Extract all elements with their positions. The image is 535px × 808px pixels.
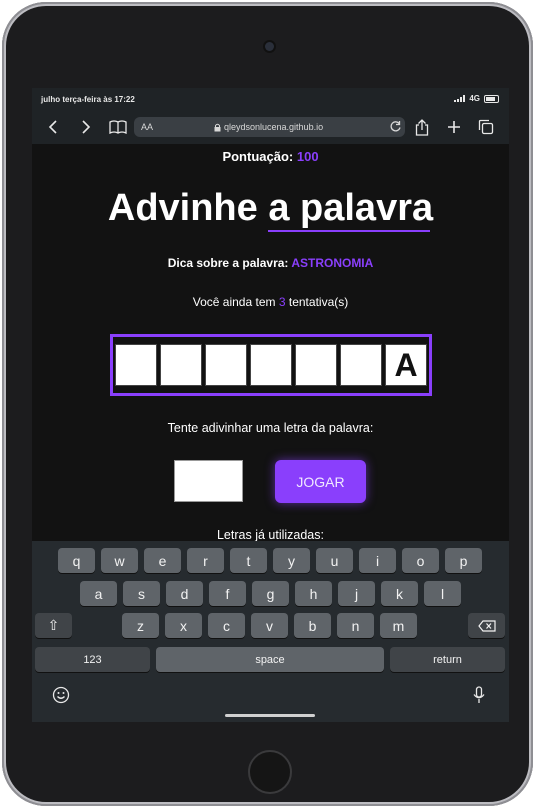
page-title: Advinhe a palavra [107, 187, 434, 229]
tabs-overview-icon[interactable] [475, 116, 497, 138]
tries-prefix: Você ainda tem [192, 295, 276, 309]
status-indicators: 4G [454, 94, 499, 103]
key-a[interactable]: a [80, 581, 117, 606]
front-camera [265, 42, 274, 51]
key-b[interactable]: b [294, 613, 331, 638]
tries-value: 3 [278, 295, 286, 309]
hint-value: ASTRONOMIA [291, 256, 374, 270]
hint: Dica sobre a palavra: ASTRONOMIA [32, 256, 509, 270]
bookmarks-icon[interactable] [107, 116, 129, 138]
tries-remaining: Você ainda tem 3 tentativa(s) [32, 295, 509, 309]
home-button[interactable] [248, 750, 292, 794]
key-q[interactable]: q [58, 548, 95, 573]
battery-icon [484, 94, 499, 103]
url-text: qleydsonlucena.github.io [224, 122, 324, 132]
key-g[interactable]: g [252, 581, 289, 606]
hint-label: Dica sobre a palavra: [167, 256, 289, 270]
emoji-icon[interactable] [52, 686, 70, 709]
letter-cell [160, 344, 202, 386]
key-u[interactable]: u [316, 548, 353, 573]
score: Pontuação: 100 [32, 149, 509, 164]
key-p[interactable]: p [445, 548, 482, 573]
letter-cell [250, 344, 292, 386]
key-c[interactable]: c [208, 613, 245, 638]
microphone-icon[interactable] [472, 686, 486, 709]
new-tab-icon[interactable] [443, 116, 465, 138]
home-indicator [225, 714, 315, 717]
key-h[interactable]: h [295, 581, 332, 606]
space-key[interactable]: space [156, 647, 384, 672]
key-e[interactable]: e [144, 548, 181, 573]
letter-cell [295, 344, 337, 386]
onscreen-keyboard: q w e r t y u i o p a s d f g h j k l ⇧ … [32, 541, 509, 722]
status-time: julho terça-feira às 17:22 [41, 95, 135, 104]
title-underline [268, 230, 430, 232]
game-page: Pontuação: 100 Advinhe a palavra Dica so… [32, 144, 509, 542]
key-j[interactable]: j [338, 581, 375, 606]
forward-icon[interactable] [74, 116, 96, 138]
word-display: A [110, 334, 432, 396]
key-f[interactable]: f [209, 581, 246, 606]
tries-suffix: tentativa(s) [288, 295, 349, 309]
key-k[interactable]: k [381, 581, 418, 606]
reader-aa-button[interactable]: AA [141, 122, 153, 132]
key-s[interactable]: s [123, 581, 160, 606]
backspace-icon [477, 619, 496, 632]
share-icon[interactable] [411, 116, 433, 138]
key-n[interactable]: n [337, 613, 374, 638]
address-bar[interactable]: AA qleydsonlucena.github.io [134, 117, 405, 137]
key-i[interactable]: i [359, 548, 396, 573]
key-r[interactable]: r [187, 548, 224, 573]
lock-icon [214, 123, 221, 131]
letter-cell [205, 344, 247, 386]
letter-cell [340, 344, 382, 386]
used-letters-label: Letras já utilizadas: [216, 528, 324, 542]
shift-key[interactable]: ⇧ [35, 613, 72, 638]
letter-cell [115, 344, 157, 386]
browser-toolbar: AA qleydsonlucena.github.io [32, 110, 509, 144]
status-bar: julho terça-feira às 17:22 4G [32, 88, 509, 110]
key-y[interactable]: y [273, 548, 310, 573]
key-m[interactable]: m [380, 613, 417, 638]
score-value: 100 [296, 149, 319, 164]
tablet-frame: julho terça-feira às 17:22 4G AA qleydso… [2, 2, 533, 806]
return-key[interactable]: return [390, 647, 505, 672]
key-o[interactable]: o [402, 548, 439, 573]
network-label: 4G [469, 94, 480, 103]
key-d[interactable]: d [166, 581, 203, 606]
key-z[interactable]: z [122, 613, 159, 638]
backspace-key[interactable] [468, 613, 505, 638]
key-x[interactable]: x [165, 613, 202, 638]
score-label: Pontuação: [222, 149, 294, 164]
url-display[interactable]: qleydsonlucena.github.io [214, 122, 323, 132]
numbers-key[interactable]: 123 [35, 647, 150, 672]
key-w[interactable]: w [101, 548, 138, 573]
guess-prompt: Tente adivinhar uma letra da palavra: [167, 421, 374, 435]
back-icon[interactable] [43, 116, 65, 138]
screen: julho terça-feira às 17:22 4G AA qleydso… [32, 88, 509, 722]
key-v[interactable]: v [251, 613, 288, 638]
key-l[interactable]: l [424, 581, 461, 606]
key-t[interactable]: t [230, 548, 267, 573]
reload-icon[interactable] [389, 120, 402, 135]
letter-cell: A [385, 344, 427, 386]
letter-guess-input[interactable] [174, 460, 243, 502]
play-button[interactable]: JOGAR [275, 460, 366, 503]
signal-icon [454, 95, 466, 102]
